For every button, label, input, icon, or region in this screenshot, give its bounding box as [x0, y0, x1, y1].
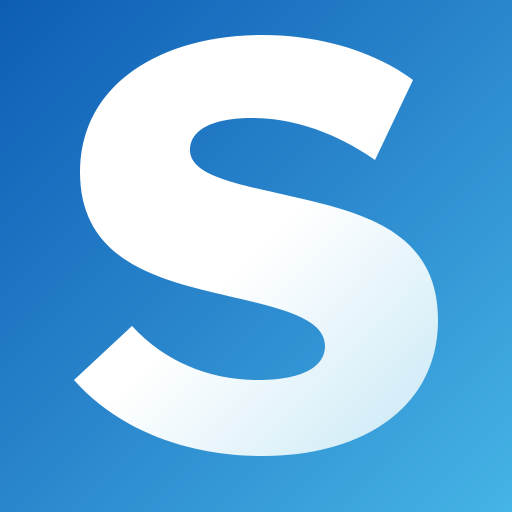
s-logo-icon [74, 35, 438, 456]
logo-letter-s [74, 35, 438, 456]
app-icon [0, 0, 512, 512]
